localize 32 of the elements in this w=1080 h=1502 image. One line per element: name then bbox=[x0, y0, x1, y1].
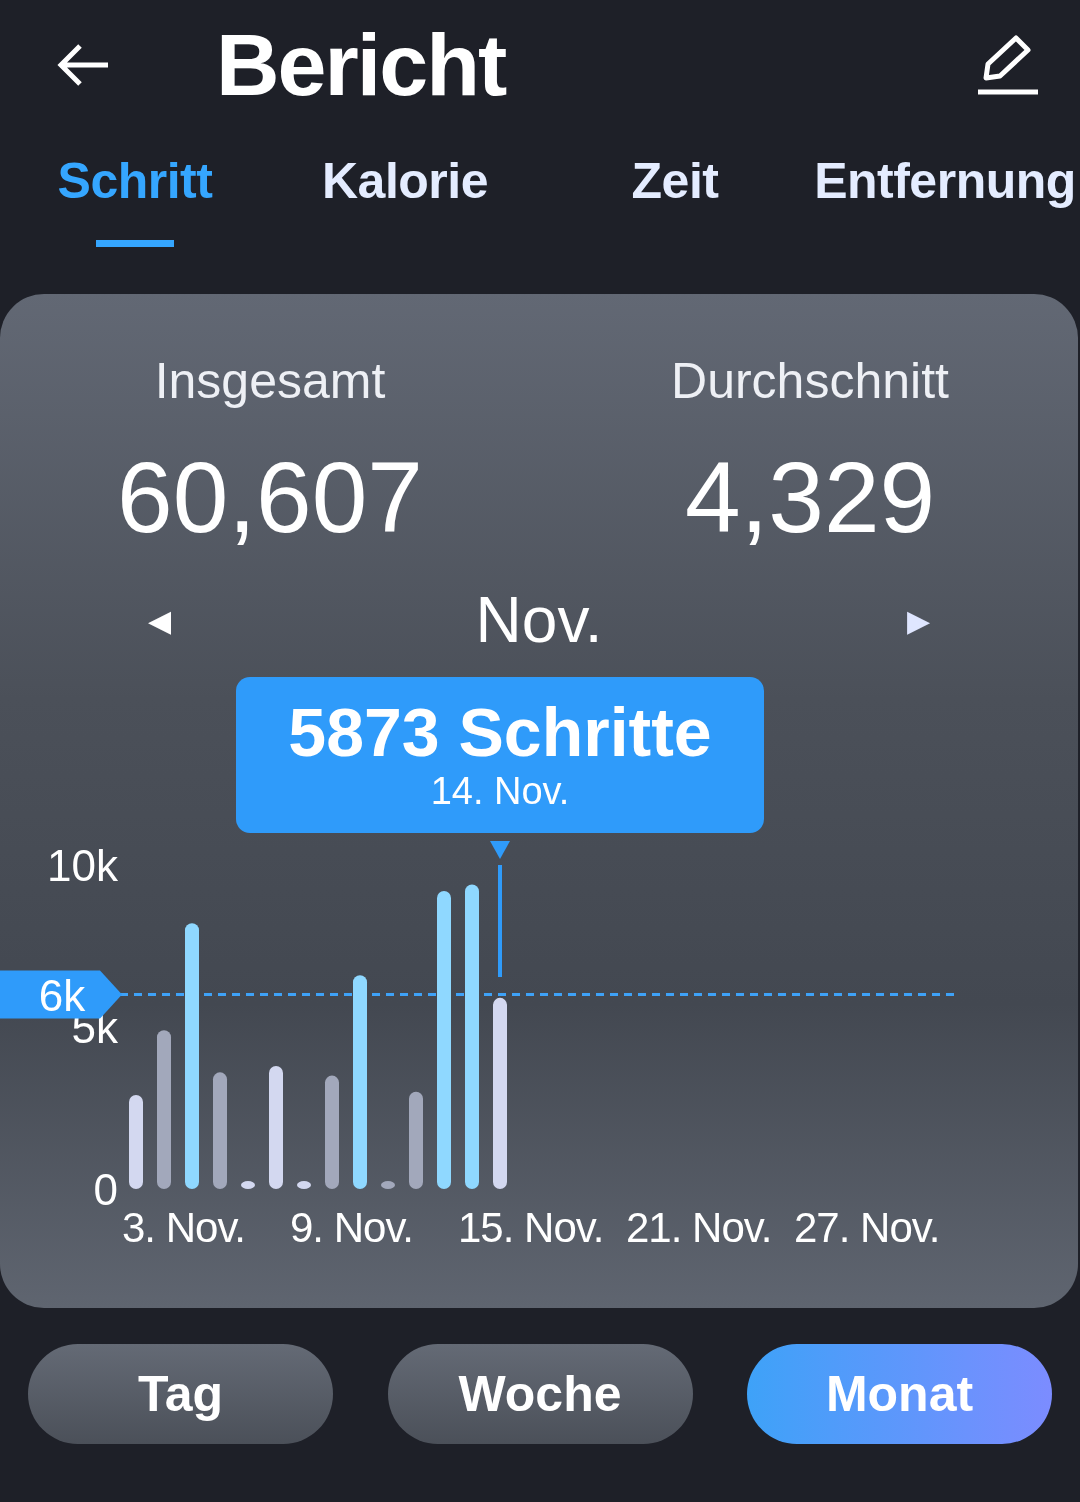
stat-label: Insgesamt bbox=[154, 352, 386, 410]
x-tick-label: 27. Nov. bbox=[794, 1204, 940, 1251]
back-icon[interactable] bbox=[56, 43, 110, 87]
tooltip-date: 14. Nov. bbox=[430, 769, 570, 813]
month-label: Nov. bbox=[475, 583, 603, 657]
bar[interactable] bbox=[409, 1091, 423, 1189]
bar[interactable] bbox=[269, 1065, 283, 1189]
x-tick-label: 9. Nov. bbox=[290, 1204, 413, 1251]
bar[interactable] bbox=[325, 1075, 339, 1189]
bar[interactable] bbox=[493, 997, 507, 1189]
tab[interactable]: Kalorie bbox=[270, 152, 540, 247]
bar[interactable] bbox=[213, 1072, 227, 1189]
y-tick-label: 10k bbox=[47, 841, 118, 890]
bar[interactable] bbox=[241, 1181, 255, 1189]
stat-label: Durchschnitt bbox=[671, 352, 949, 410]
x-tick-label: 15. Nov. bbox=[458, 1204, 604, 1251]
x-tick-label: 3. Nov. bbox=[122, 1204, 245, 1251]
page-title: Bericht bbox=[216, 14, 507, 116]
x-tick-label: 21. Nov. bbox=[626, 1204, 772, 1251]
tab[interactable]: Schritt bbox=[0, 152, 270, 247]
tab[interactable]: Zeit bbox=[540, 152, 810, 247]
y-tick-label: 0 bbox=[93, 1165, 118, 1214]
range-button[interactable]: Tag bbox=[28, 1344, 333, 1444]
bar[interactable] bbox=[381, 1181, 395, 1189]
bar[interactable] bbox=[297, 1181, 311, 1189]
stat-value: 4,329 bbox=[684, 440, 936, 555]
bar[interactable] bbox=[129, 1095, 143, 1189]
tooltip-value: 5873 Schritte bbox=[288, 697, 712, 766]
range-button[interactable]: Woche bbox=[387, 1344, 693, 1444]
tab[interactable]: Entfernung bbox=[810, 152, 1080, 247]
stat-value: 60,607 bbox=[117, 440, 423, 555]
pencil-icon[interactable] bbox=[976, 34, 1040, 96]
